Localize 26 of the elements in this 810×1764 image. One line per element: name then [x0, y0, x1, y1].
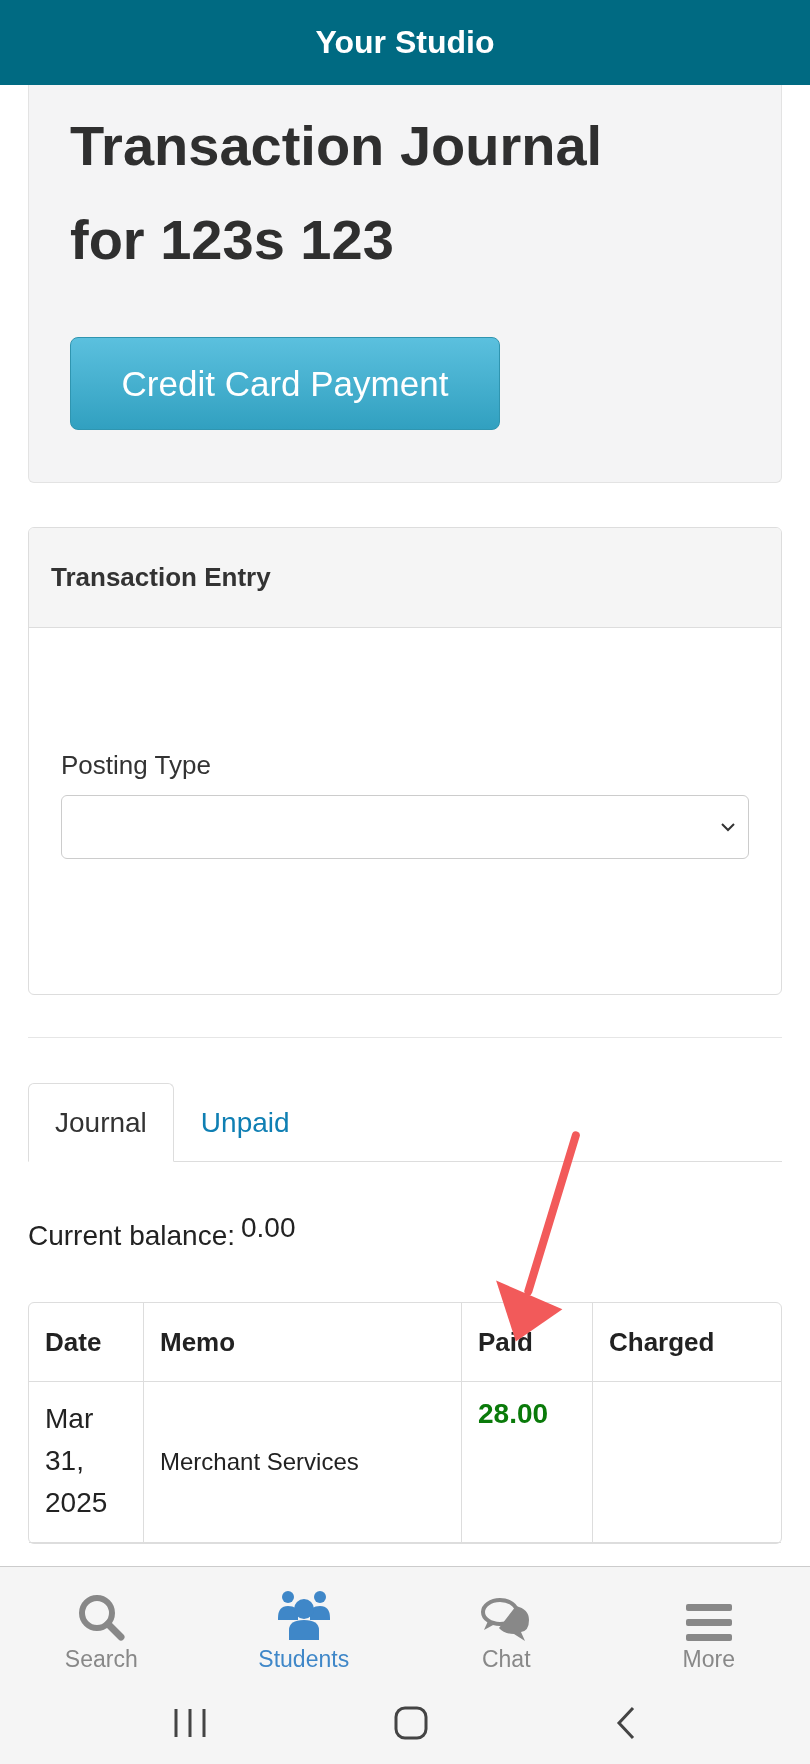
menu-icon — [685, 1602, 732, 1642]
column-header: Date — [29, 1303, 144, 1382]
app-title: Your Studio — [315, 24, 495, 61]
column-header: Charged — [593, 1303, 781, 1382]
paid-cell: 28.00 — [462, 1382, 593, 1543]
home-icon[interactable] — [393, 1705, 429, 1741]
recent-apps-icon[interactable] — [173, 1707, 207, 1739]
search-icon — [76, 1592, 127, 1642]
chevron-down-icon — [720, 822, 736, 832]
page-title: Transaction Journal for 123s 123 — [70, 113, 604, 273]
tab[interactable]: Journal — [28, 1083, 174, 1162]
nav-item[interactable]: More — [607, 1567, 810, 1681]
balance-value: 0.00 — [241, 1212, 296, 1244]
panel-title: Transaction Entry — [51, 562, 271, 593]
people-icon — [275, 1590, 332, 1642]
back-icon[interactable] — [615, 1705, 637, 1741]
field-label: Posting Type — [61, 750, 212, 781]
nav-item[interactable]: Search — [0, 1567, 203, 1681]
balance-label: Current balance: — [28, 1220, 235, 1252]
date-cell: Mar 31, 2025 — [29, 1382, 144, 1543]
nav-item[interactable]: Students — [202, 1567, 405, 1681]
credit-card-payment-button[interactable]: Credit Card Payment — [70, 337, 500, 430]
tab[interactable]: Unpaid — [173, 1083, 317, 1162]
memo-cell: Merchant Services — [144, 1382, 462, 1543]
column-header: Memo — [144, 1303, 462, 1382]
nav-item[interactable]: Chat — [405, 1567, 608, 1681]
